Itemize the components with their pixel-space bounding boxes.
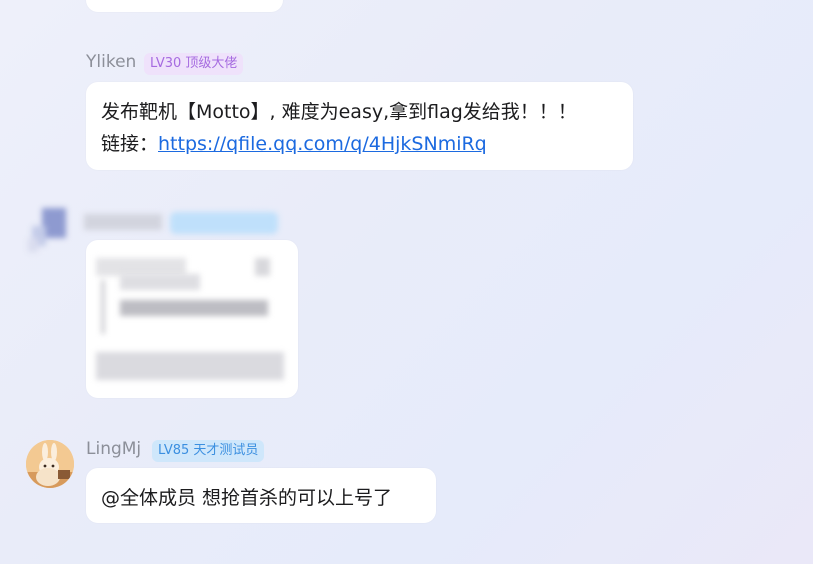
share-link[interactable]: https://qfile.qq.com/q/4HjkSNmiRq	[158, 133, 487, 155]
redacted-badge	[170, 212, 278, 234]
previous-message-bubble	[86, 0, 283, 12]
redacted-text	[120, 300, 268, 316]
redacted-text	[255, 258, 270, 276]
message-text: 发布靶机【Motto】, 难度为easy,拿到flag发给我！！！	[101, 101, 577, 123]
sender-name[interactable]: LingMj	[86, 439, 141, 459]
message-text: @全体成员 想抢首杀的可以上号了	[101, 487, 393, 509]
level-badge: LV30 顶级大佬	[144, 53, 244, 75]
rabbit-avatar-icon	[26, 440, 74, 488]
redacted-text	[96, 352, 284, 380]
message-link-line: 链接：https://qfile.qq.com/q/4HjkSNmiRq	[101, 129, 487, 156]
sender-name[interactable]: Yliken	[86, 52, 136, 72]
avatar[interactable]	[26, 440, 74, 488]
message-bubble[interactable]	[86, 82, 633, 170]
redacted-avatar	[28, 208, 70, 258]
redacted-text	[120, 274, 200, 290]
level-badge: LV85 天才测试员	[152, 440, 265, 462]
redacted-quote-bar	[101, 280, 105, 334]
link-prefix: 链接：	[101, 133, 159, 155]
redacted-name	[84, 214, 162, 230]
